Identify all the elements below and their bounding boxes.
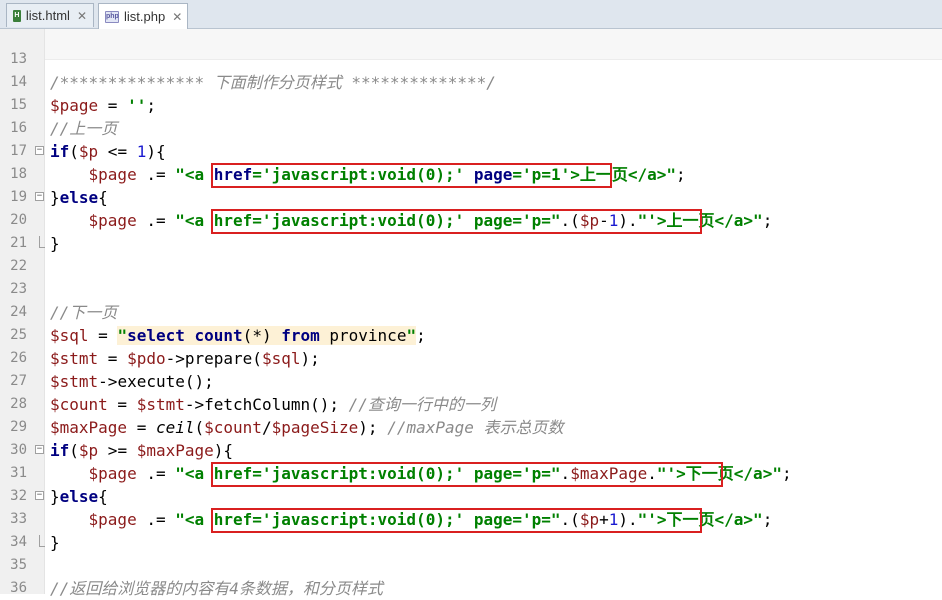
line-number: 14 <box>10 74 27 90</box>
line-number: 19 <box>10 189 27 205</box>
fold-toggle-icon[interactable]: − <box>35 146 44 155</box>
code-line[interactable]: 25 $sql = "select count(*) from province"… <box>0 324 942 347</box>
code-line[interactable]: 23 <box>0 278 942 301</box>
line-number: 26 <box>10 350 27 366</box>
line-number: 21 <box>10 235 27 251</box>
code-line[interactable]: 15 $page = ''; <box>0 94 942 117</box>
code-text[interactable]: $page .= "<a href='javascript:void(0);' … <box>50 163 686 186</box>
line-number: 13 <box>10 51 27 67</box>
fold-toggle-icon[interactable]: − <box>35 192 44 201</box>
code-line[interactable]: 36 //返回给浏览器的内容有4条数据，和分页样式 <box>0 577 942 600</box>
code-line[interactable]: 31 $page .= "<a href='javascript:void(0)… <box>0 462 942 485</box>
fold-toggle-icon[interactable]: − <box>35 491 44 500</box>
code-line[interactable]: 17− if($p <= 1){ <box>0 140 942 163</box>
code-text[interactable]: $page .= "<a href='javascript:void(0);' … <box>50 508 773 531</box>
code-line[interactable]: 24 //下一页 <box>0 301 942 324</box>
code-line[interactable]: 18 $page .= "<a href='javascript:void(0)… <box>0 163 942 186</box>
code-text[interactable]: $stmt = $pdo->prepare($sql); <box>50 347 320 370</box>
line-number: 17 <box>10 143 27 159</box>
code-text[interactable]: $page .= "<a href='javascript:void(0);' … <box>50 209 773 232</box>
code-line[interactable]: 29 $maxPage = ceil($count/$pageSize); //m… <box>0 416 942 439</box>
tab-label: list.php <box>124 9 166 24</box>
line-number: 35 <box>10 557 27 573</box>
code-line[interactable]: 27 $stmt->execute(); <box>0 370 942 393</box>
code-text[interactable]: /*************** 下面制作分页样式 **************… <box>50 71 496 94</box>
line-number: 15 <box>10 97 27 113</box>
line-number: 36 <box>10 580 27 596</box>
code-text[interactable]: } <box>50 232 60 255</box>
line-number: 28 <box>10 396 27 412</box>
code-line[interactable]: 33 $page .= "<a href='javascript:void(0)… <box>0 508 942 531</box>
line-number: 24 <box>10 304 27 320</box>
html-file-icon: H <box>13 9 21 22</box>
php-file-icon: php <box>105 10 119 23</box>
code-text[interactable]: //下一页 <box>50 301 117 324</box>
close-icon[interactable]: ✕ <box>172 10 182 24</box>
line-number: 31 <box>10 465 27 481</box>
tab-list-html[interactable]: H list.html ✕ <box>6 3 94 27</box>
line-number: 32 <box>10 488 27 504</box>
code-text[interactable]: if($p >= $maxPage){ <box>50 439 233 462</box>
fold-end-icon <box>39 535 45 547</box>
code-line[interactable]: 34} <box>0 531 942 554</box>
line-number: 29 <box>10 419 27 435</box>
code-text[interactable]: }else{ <box>50 485 108 508</box>
close-icon[interactable]: ✕ <box>77 9 87 23</box>
fold-toggle-icon[interactable]: − <box>35 445 44 454</box>
code-line[interactable]: 22 <box>0 255 942 278</box>
code-line[interactable]: 13 <box>0 48 942 71</box>
code-text[interactable]: //返回给浏览器的内容有4条数据，和分页样式 <box>50 577 383 600</box>
code-text[interactable]: $sql = "select count(*) from province"; <box>50 324 426 347</box>
editor-tab-bar: H list.html ✕ php list.php ✕ <box>0 0 942 29</box>
line-number: 22 <box>10 258 27 274</box>
code-text[interactable]: $count = $stmt->fetchColumn(); //查询一行中的一… <box>50 393 496 416</box>
line-number: 34 <box>10 534 27 550</box>
code-line[interactable]: 35 <box>0 554 942 577</box>
code-line[interactable]: 32−}else{ <box>0 485 942 508</box>
line-number: 27 <box>10 373 27 389</box>
code-text[interactable]: //上一页 <box>50 117 117 140</box>
code-text[interactable]: $page .= "<a href='javascript:void(0);' … <box>50 462 792 485</box>
line-number: 18 <box>10 166 27 182</box>
code-text[interactable]: if($p <= 1){ <box>50 140 166 163</box>
tab-label: list.html <box>25 8 70 23</box>
code-text[interactable]: }else{ <box>50 186 108 209</box>
tab-list-php[interactable]: php list.php ✕ <box>98 3 188 29</box>
code-line[interactable]: 28 $count = $stmt->fetchColumn(); //查询一行中… <box>0 393 942 416</box>
fold-end-icon <box>39 236 45 248</box>
code-line[interactable]: 14 /*************** 下面制作分页样式 ************… <box>0 71 942 94</box>
code-line[interactable]: 16 //上一页 <box>0 117 942 140</box>
line-number: 33 <box>10 511 27 527</box>
code-line[interactable]: 20 $page .= "<a href='javascript:void(0)… <box>0 209 942 232</box>
code-text[interactable]: $page = ''; <box>50 94 156 117</box>
code-line[interactable]: 30− if($p >= $maxPage){ <box>0 439 942 462</box>
line-number: 25 <box>10 327 27 343</box>
code-text[interactable]: $maxPage = ceil($count/$pageSize); //max… <box>50 416 564 439</box>
line-number: 30 <box>10 442 27 458</box>
line-number: 16 <box>10 120 27 136</box>
code-line[interactable]: 21} <box>0 232 942 255</box>
line-number: 20 <box>10 212 27 228</box>
code-text[interactable]: $stmt->execute(); <box>50 370 214 393</box>
code-text[interactable]: } <box>50 531 60 554</box>
code-line[interactable]: 26 $stmt = $pdo->prepare($sql); <box>0 347 942 370</box>
line-number: 23 <box>10 281 27 297</box>
code-line[interactable]: 19−}else{ <box>0 186 942 209</box>
